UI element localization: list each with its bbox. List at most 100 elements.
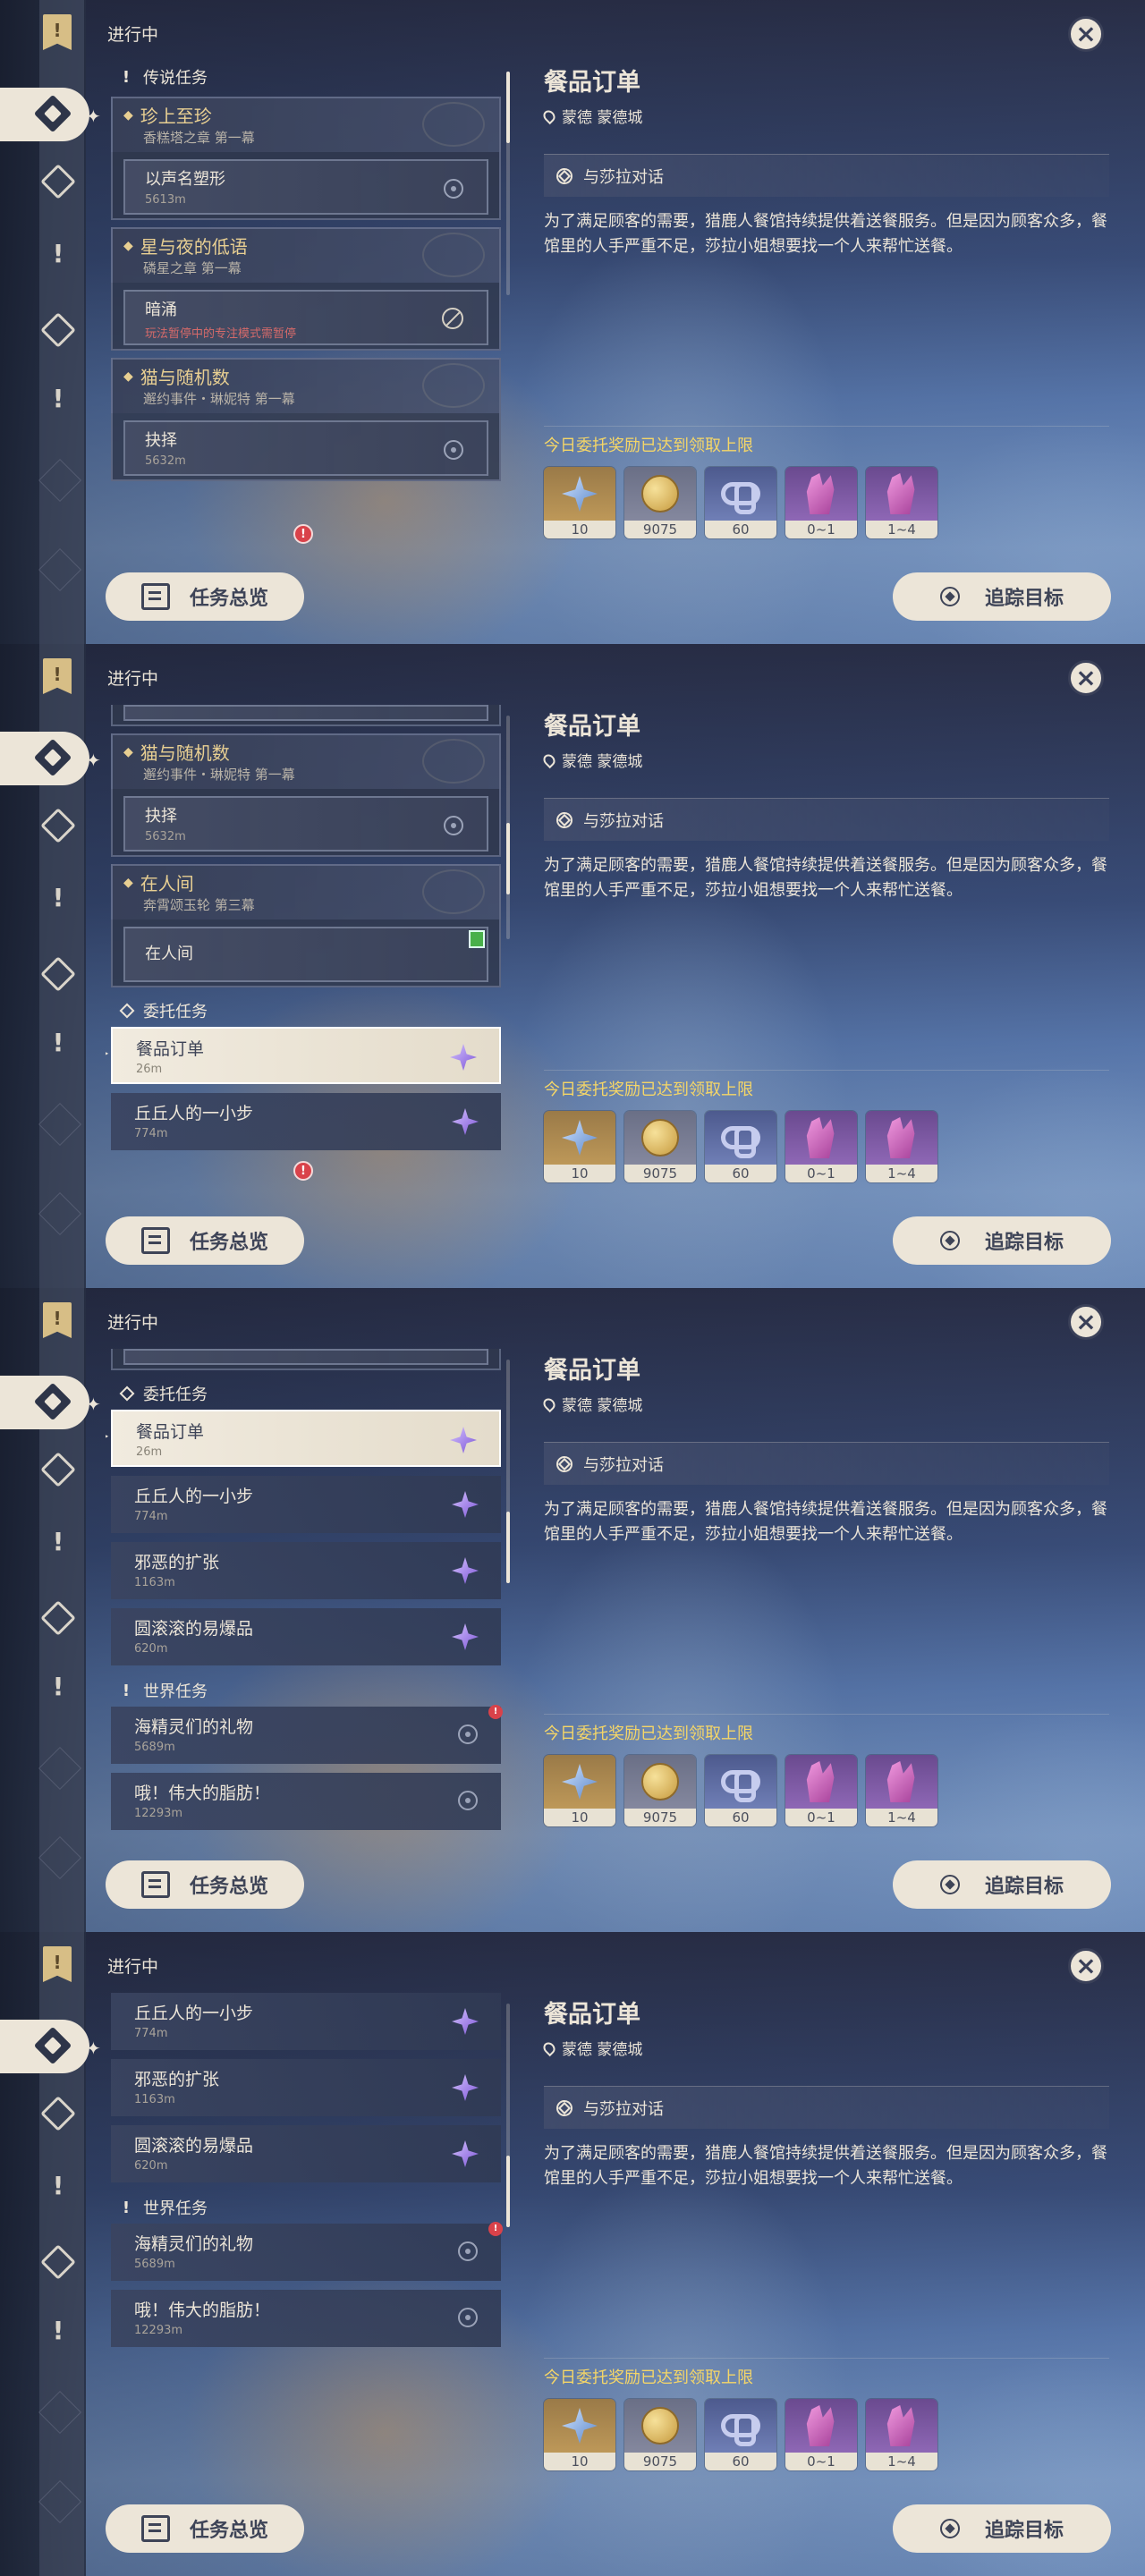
reward-item[interactable]: 10 <box>544 1111 615 1182</box>
chapter-emblem-icon <box>422 869 485 914</box>
world-quest-item[interactable]: 海精灵们的礼物 5689m ! <box>111 2222 503 2281</box>
quest-screen-1: ! ! ! ✦ 进行中 × ! 传说任务 ◆ 珍上至珍 香糕塔之章 第一幕 以声名塑… <box>0 0 1145 644</box>
sidebar-tab-event[interactable] <box>43 315 73 345</box>
quest-chapter[interactable]: ◆ 珍上至珍 香糕塔之章 第一幕 <box>111 97 501 152</box>
quest-marker-icon: ◆ <box>123 875 133 890</box>
sidebar-tab-legend[interactable]: ! <box>43 2170 73 2200</box>
sidebar-tab-world[interactable]: ! <box>43 1671 73 1701</box>
reward-item[interactable]: 0~1 <box>785 1755 857 1826</box>
quest-overview-button[interactable]: 任务总览 <box>106 1860 304 1909</box>
location-pin-icon[interactable] <box>444 179 463 199</box>
quest-chapter[interactable]: ◆ 猫与随机数 邂约事件・琳妮特 第一幕 <box>111 733 501 789</box>
quest-step[interactable]: 在人间 <box>123 927 488 982</box>
location-pin-icon[interactable] <box>458 1724 478 1744</box>
reward-item[interactable]: 10 <box>544 1755 615 1826</box>
sidebar-tab-story[interactable] <box>43 810 73 841</box>
track-button[interactable]: 追踪目标 <box>893 572 1111 621</box>
reward-item[interactable]: 0~1 <box>785 1111 857 1182</box>
scrollbar[interactable] <box>506 2004 510 2227</box>
alert-icon: ! <box>293 1161 313 1181</box>
reward-item[interactable]: 60 <box>705 2399 776 2470</box>
world-quest-item[interactable]: 哦！伟大的脂肪！ 12293m <box>111 1773 501 1830</box>
sidebar-tab-event[interactable] <box>43 959 73 989</box>
commission-item[interactable]: 圆滚滚的易爆品 620m <box>111 2125 501 2182</box>
commission-item-selected[interactable]: 餐品订单 26m <box>106 1410 501 1467</box>
sidebar-tab-commission[interactable] <box>0 2020 89 2073</box>
quest-marker-icon: ◆ <box>123 744 133 759</box>
commission-item[interactable]: 丘丘人的一小步 774m <box>111 1093 501 1150</box>
quest-step[interactable]: 抉择 5632m <box>123 796 488 852</box>
reward-item[interactable]: 0~1 <box>785 2399 857 2470</box>
location-pin-icon[interactable] <box>458 2308 478 2327</box>
sidebar-tab-world[interactable]: ! <box>43 2315 73 2345</box>
quest-step[interactable]: 暗涌 玩法暂停中的专注模式需暂停 <box>123 290 488 345</box>
sidebar-tab-world[interactable]: ! <box>43 1027 73 1057</box>
commission-item[interactable]: 邪恶的扩张 1163m <box>111 2059 501 2116</box>
sidebar-tab-world[interactable]: ! <box>43 383 73 413</box>
group-header-world: ! 世界任务 <box>106 2191 505 2224</box>
reward-item[interactable]: 60 <box>705 1111 776 1182</box>
commission-item[interactable]: 丘丘人的一小步 774m <box>111 1993 501 2050</box>
reward-item[interactable]: 0~1 <box>785 467 857 538</box>
track-icon <box>939 587 960 606</box>
scrollbar[interactable] <box>506 1360 510 1583</box>
track-button[interactable]: 追踪目标 <box>893 2504 1111 2553</box>
world-quest-item[interactable]: 海精灵们的礼物 5689m ! <box>111 1705 503 1764</box>
quest-list[interactable]: 丘丘人的一小步 774m 邪恶的扩张 1163m 圆滚滚的易爆品 620m ! 世… <box>106 1993 505 2476</box>
quest-step[interactable]: 抉择 5632m <box>123 420 488 476</box>
scrollbar[interactable] <box>506 716 510 939</box>
sidebar-tab-commission[interactable] <box>0 1376 89 1429</box>
close-button[interactable]: × <box>1068 1304 1104 1340</box>
close-button[interactable]: × <box>1068 16 1104 52</box>
sidebar-tab-commission[interactable] <box>0 88 89 141</box>
reward-item[interactable]: 10 <box>544 2399 615 2470</box>
close-button[interactable]: × <box>1068 660 1104 696</box>
reward-item[interactable]: 1~4 <box>866 467 937 538</box>
quest-chapter[interactable]: ◆ 猫与随机数 邂约事件・琳妮特 第一幕 <box>111 358 501 413</box>
reward-item[interactable]: 9075 <box>624 1111 696 1182</box>
commission-item-selected[interactable]: 餐品订单 26m <box>106 1027 501 1084</box>
reward-item[interactable]: 10 <box>544 467 615 538</box>
location-pin-icon[interactable] <box>458 1791 478 1810</box>
commission-item[interactable]: 圆滚滚的易爆品 620m <box>111 1608 501 1665</box>
location-pin-icon[interactable] <box>444 440 463 460</box>
reward-item[interactable]: 1~4 <box>866 1755 937 1826</box>
track-button[interactable]: 追踪目标 <box>893 1860 1111 1909</box>
sidebar-tab-legend[interactable]: ! <box>43 882 73 912</box>
sidebar-tab-legend[interactable]: ! <box>43 1526 73 1556</box>
quest-step[interactable]: 以声名塑形 5613m <box>123 159 488 215</box>
commission-icon <box>33 1382 72 1421</box>
reward-item[interactable]: 60 <box>705 1755 776 1826</box>
quest-overview-button[interactable]: 任务总览 <box>106 1216 304 1265</box>
reward-item[interactable]: 9075 <box>624 467 696 538</box>
sidebar-tab-story[interactable] <box>43 166 73 197</box>
location-pin-icon[interactable] <box>444 816 463 835</box>
friendship-icon <box>721 1770 760 1802</box>
sidebar-tab-story[interactable] <box>43 1454 73 1485</box>
world-quest-item[interactable]: 哦！伟大的脂肪！ 12293m <box>111 2290 501 2347</box>
commission-item[interactable]: 邪恶的扩张 1163m <box>111 1542 501 1599</box>
reward-item[interactable]: 9075 <box>624 1755 696 1826</box>
quest-list[interactable]: 委托任务 餐品订单 26m 丘丘人的一小步 774m 邪恶的扩张 1163m 圆… <box>106 1349 505 1832</box>
sidebar-tab-commission[interactable] <box>0 732 89 785</box>
reward-item[interactable]: 1~4 <box>866 2399 937 2470</box>
quest-chapter[interactable]: ◆ 星与夜的低语 磷星之章 第一幕 <box>111 227 501 283</box>
sidebar-tab-event[interactable] <box>43 1603 73 1633</box>
scrollbar[interactable] <box>506 72 510 295</box>
track-button[interactable]: 追踪目标 <box>893 1216 1111 1265</box>
quest-list[interactable]: ! 传说任务 ◆ 珍上至珍 香糕塔之章 第一幕 以声名塑形 5613m ◆ 星与夜的低… <box>106 61 505 544</box>
quest-overview-button[interactable]: 任务总览 <box>106 2504 304 2553</box>
reward-item[interactable]: 1~4 <box>866 1111 937 1182</box>
exclaim-icon: ! <box>122 1681 131 1700</box>
close-button[interactable]: × <box>1068 1948 1104 1984</box>
quest-list[interactable]: ◆ 猫与随机数 邂约事件・琳妮特 第一幕 抉择 5632m ◆ 在人间 奔霄颂玉轮 … <box>106 705 505 1188</box>
reward-item[interactable]: 9075 <box>624 2399 696 2470</box>
sidebar-tab-event[interactable] <box>43 2247 73 2277</box>
reward-item[interactable]: 60 <box>705 467 776 538</box>
sidebar-tab-legend[interactable]: ! <box>43 238 73 268</box>
location-pin-icon[interactable] <box>458 2241 478 2261</box>
sidebar-tab-story[interactable] <box>43 2098 73 2129</box>
quest-chapter[interactable]: ◆ 在人间 奔霄颂玉轮 第三幕 <box>111 864 501 919</box>
quest-overview-button[interactable]: 任务总览 <box>106 572 304 621</box>
commission-item[interactable]: 丘丘人的一小步 774m <box>111 1476 501 1533</box>
